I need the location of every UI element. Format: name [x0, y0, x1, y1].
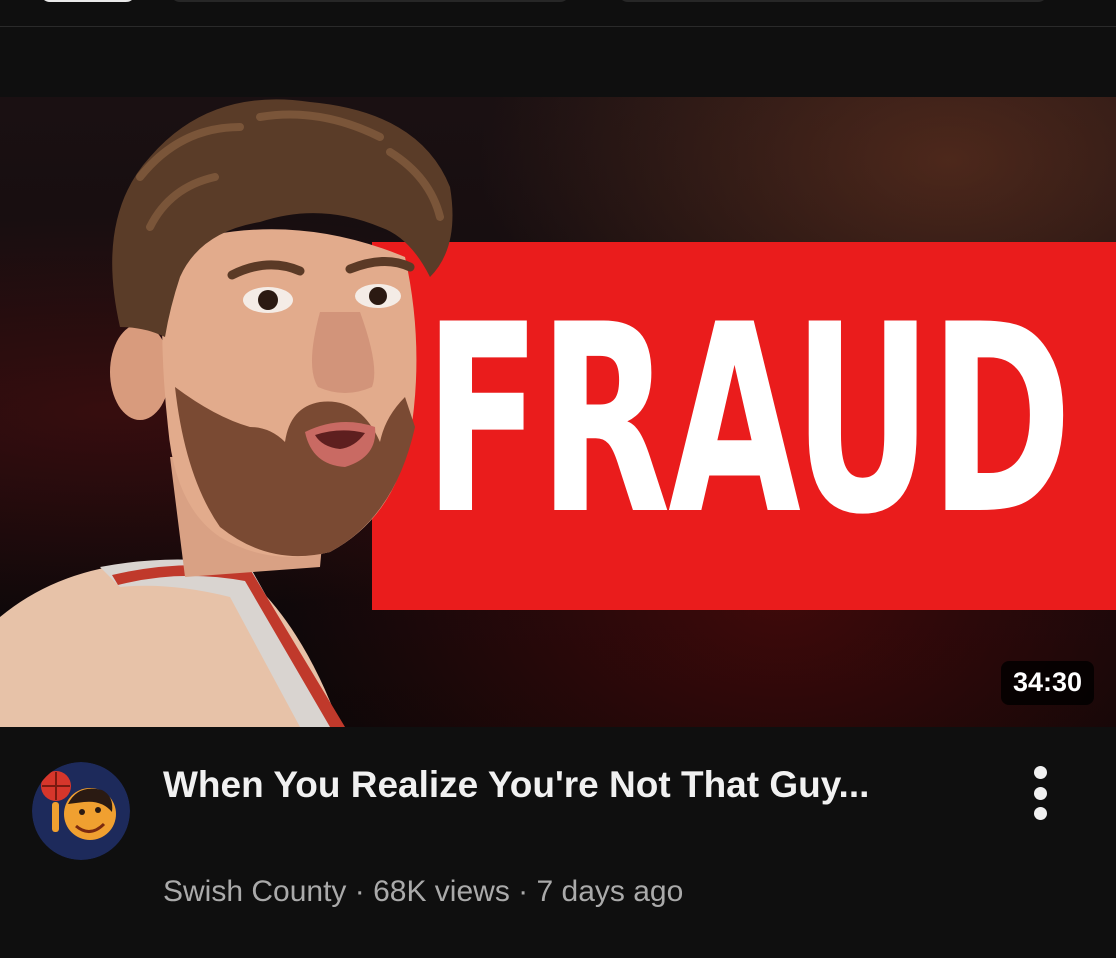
separator: · — [346, 875, 374, 908]
more-actions-button[interactable] — [1022, 766, 1058, 820]
duration-badge: 34:30 — [1000, 661, 1094, 705]
thumbnail-player-image — [0, 99, 453, 727]
more-vert-icon — [1033, 786, 1047, 800]
filter-chip[interactable] — [170, 0, 570, 2]
view-count: 68K views — [373, 875, 510, 908]
channel-avatar-icon — [32, 762, 130, 860]
filter-chip[interactable] — [618, 0, 1048, 2]
more-vert-icon — [1033, 807, 1047, 820]
channel-name[interactable]: Swish County — [163, 875, 346, 908]
filter-chip-bar — [0, 0, 1116, 27]
upload-age: 7 days ago — [536, 875, 684, 908]
thumbnail-headline: FRAUD — [424, 270, 1072, 572]
channel-avatar[interactable] — [32, 762, 130, 860]
video-thumbnail[interactable]: FRAUD 34:30 — [0, 97, 1116, 727]
video-metadata: Swish County · 68K views · 7 days ago — [163, 872, 683, 912]
separator: · — [509, 875, 537, 908]
video-title[interactable]: When You Realize You're Not That Guy... — [163, 760, 923, 810]
more-vert-icon — [1033, 766, 1047, 779]
filter-chip[interactable] — [40, 0, 136, 2]
